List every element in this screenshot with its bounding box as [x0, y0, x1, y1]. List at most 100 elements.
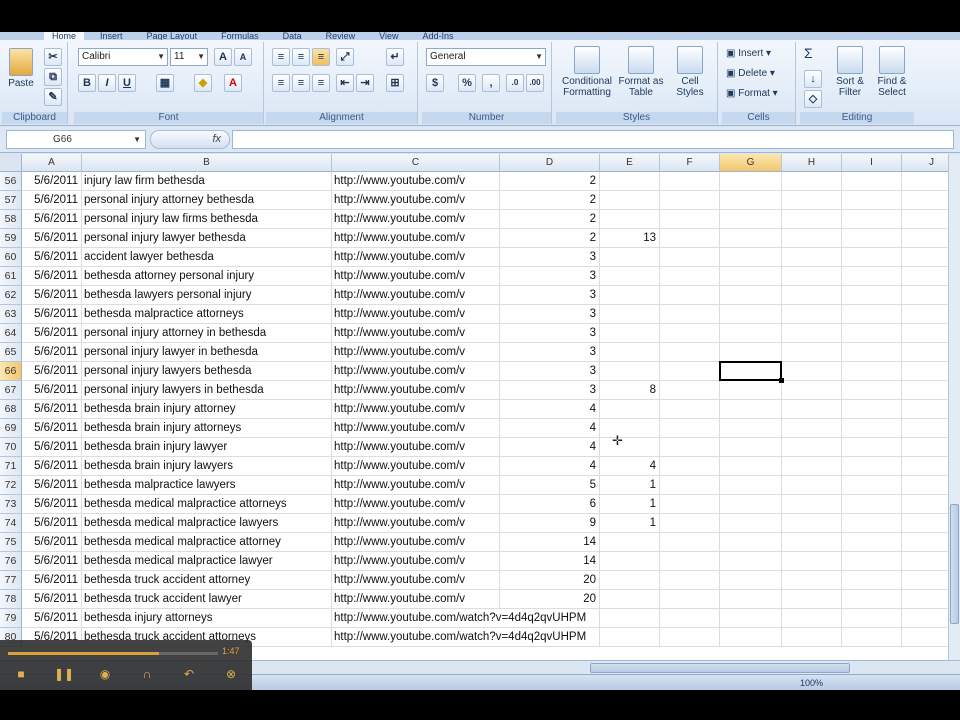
cell-f[interactable]	[660, 172, 720, 191]
cell-g[interactable]	[720, 210, 782, 229]
cell-d[interactable]: 4	[500, 457, 600, 476]
cell-c[interactable]: http://www.youtube.com/v	[332, 229, 500, 248]
cell-f[interactable]	[660, 305, 720, 324]
cell-e[interactable]	[600, 533, 660, 552]
cell-j[interactable]	[902, 609, 948, 628]
cell-a[interactable]: 5/6/2011	[22, 267, 82, 286]
cell-j[interactable]	[902, 191, 948, 210]
cell-g[interactable]	[720, 571, 782, 590]
cell-e[interactable]	[600, 191, 660, 210]
cell-b[interactable]: bethesda lawyers personal injury	[82, 286, 332, 305]
delete-cells-button[interactable]: ▣ Delete ▾	[726, 68, 775, 79]
row-header[interactable]: 57	[0, 191, 22, 210]
cell-d[interactable]: 5	[500, 476, 600, 495]
cell-j[interactable]	[902, 495, 948, 514]
cell-i[interactable]	[842, 286, 902, 305]
cell-c[interactable]: http://www.youtube.com/v	[332, 343, 500, 362]
cell-e[interactable]	[600, 210, 660, 229]
cell-a[interactable]: 5/6/2011	[22, 609, 82, 628]
row-header[interactable]: 67	[0, 381, 22, 400]
percent-button[interactable]: %	[458, 74, 476, 92]
close-icon[interactable]: ⊗	[222, 666, 240, 682]
cell-a[interactable]: 5/6/2011	[22, 533, 82, 552]
row-header[interactable]: 79	[0, 609, 22, 628]
cell-styles-button[interactable]: Cell Styles	[668, 46, 712, 98]
cell-h[interactable]	[782, 552, 842, 571]
cell-b[interactable]: personal injury lawyers in bethesda	[82, 381, 332, 400]
column-header-g[interactable]: G	[720, 154, 782, 172]
cell-h[interactable]	[782, 400, 842, 419]
cell-f[interactable]	[660, 381, 720, 400]
cell-e[interactable]	[600, 286, 660, 305]
cell-b[interactable]: bethesda medical malpractice attorneys	[82, 495, 332, 514]
borders-icon[interactable]: ▦	[156, 74, 174, 92]
cell-c[interactable]: http://www.youtube.com/v	[332, 210, 500, 229]
cell-h[interactable]	[782, 476, 842, 495]
cell-d[interactable]: 4	[500, 400, 600, 419]
cell-d[interactable]: 3	[500, 286, 600, 305]
cell-g[interactable]	[720, 533, 782, 552]
cell-f[interactable]	[660, 590, 720, 609]
volume-icon[interactable]: ◉	[96, 666, 114, 682]
cell-a[interactable]: 5/6/2011	[22, 419, 82, 438]
cell-j[interactable]	[902, 476, 948, 495]
cell-i[interactable]	[842, 210, 902, 229]
cell-f[interactable]	[660, 400, 720, 419]
column-header-i[interactable]: I	[842, 154, 902, 172]
row-header[interactable]: 74	[0, 514, 22, 533]
cell-e[interactable]	[600, 324, 660, 343]
cell-a[interactable]: 5/6/2011	[22, 400, 82, 419]
font-color-icon[interactable]: A	[224, 74, 242, 92]
cell-f[interactable]	[660, 286, 720, 305]
align-bottom-icon[interactable]: ≡	[312, 48, 330, 66]
cell-b[interactable]: bethesda brain injury attorney	[82, 400, 332, 419]
insert-function-button[interactable]: fx	[150, 130, 230, 149]
cell-j[interactable]	[902, 362, 948, 381]
cell-f[interactable]	[660, 533, 720, 552]
row-header[interactable]: 64	[0, 324, 22, 343]
cell-d[interactable]: 2	[500, 210, 600, 229]
cell-g[interactable]	[720, 381, 782, 400]
pause-icon[interactable]: ❚❚	[54, 666, 74, 682]
cell-e[interactable]	[600, 267, 660, 286]
cell-a[interactable]: 5/6/2011	[22, 362, 82, 381]
row-header[interactable]: 69	[0, 419, 22, 438]
cell-d[interactable]: 20	[500, 571, 600, 590]
cell-g[interactable]	[720, 267, 782, 286]
cell-d[interactable]: 3	[500, 381, 600, 400]
cell-b[interactable]: personal injury lawyer bethesda	[82, 229, 332, 248]
cell-b[interactable]: injury law firm bethesda	[82, 172, 332, 191]
row-header[interactable]: 76	[0, 552, 22, 571]
cell-e[interactable]	[600, 571, 660, 590]
cell-d[interactable]: 4	[500, 438, 600, 457]
cell-d[interactable]: 2	[500, 229, 600, 248]
cell-g[interactable]	[720, 628, 782, 647]
cell-f[interactable]	[660, 571, 720, 590]
cell-i[interactable]	[842, 324, 902, 343]
cell-b[interactable]: personal injury lawyer in bethesda	[82, 343, 332, 362]
cell-e[interactable]	[600, 248, 660, 267]
cell-a[interactable]: 5/6/2011	[22, 324, 82, 343]
cell-i[interactable]	[842, 267, 902, 286]
paste-button[interactable]: Paste	[6, 48, 36, 89]
cell-i[interactable]	[842, 191, 902, 210]
fill-icon[interactable]: ↓	[804, 70, 822, 88]
cell-j[interactable]	[902, 343, 948, 362]
comma-button[interactable]: ,	[482, 74, 500, 92]
align-middle-icon[interactable]: ≡	[292, 48, 310, 66]
cell-h[interactable]	[782, 305, 842, 324]
cell-h[interactable]	[782, 381, 842, 400]
format-as-table-button[interactable]: Format as Table	[618, 46, 664, 98]
cell-j[interactable]	[902, 172, 948, 191]
cell-j[interactable]	[902, 305, 948, 324]
cell-h[interactable]	[782, 419, 842, 438]
row-header[interactable]: 70	[0, 438, 22, 457]
cell-b[interactable]: bethesda injury attorneys	[82, 609, 332, 628]
cell-e[interactable]: 8	[600, 381, 660, 400]
increase-indent-icon[interactable]: ⇥	[356, 74, 374, 92]
orientation-icon[interactable]: ⤢	[336, 48, 354, 66]
cell-g[interactable]	[720, 609, 782, 628]
cell-c[interactable]: http://www.youtube.com/watch?v=4d4q2qvUH…	[332, 609, 586, 628]
align-right-icon[interactable]: ≡	[312, 74, 330, 92]
cell-f[interactable]	[660, 267, 720, 286]
